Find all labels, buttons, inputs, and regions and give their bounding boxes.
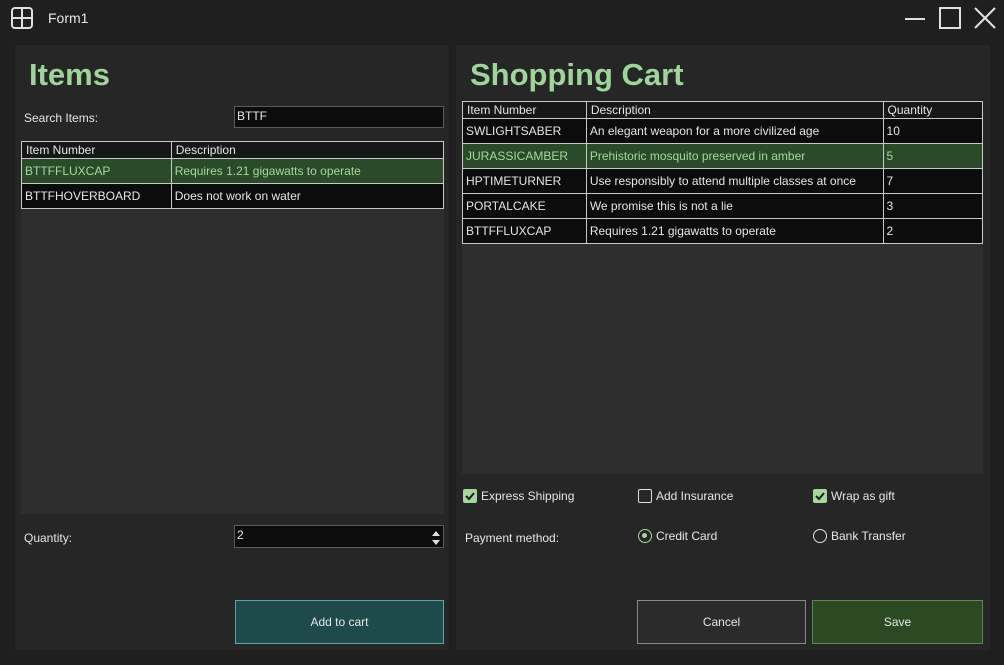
cell-description: Requires 1.21 gigawatts to operate — [585, 218, 884, 244]
cell-description: An elegant weapon for a more civilized a… — [585, 118, 884, 144]
cell-description: Prehistoric mosquito preserved in amber — [585, 143, 884, 169]
quantity-stepper[interactable]: 2 — [234, 525, 444, 548]
checkbox-checked-icon — [813, 489, 827, 503]
cancel-button[interactable]: Cancel — [637, 600, 806, 644]
maximize-icon[interactable] — [938, 6, 964, 30]
window-title: Form1 — [48, 10, 89, 26]
items-heading: Items — [29, 57, 110, 92]
wrap-as-gift-label: Wrap as gift — [831, 489, 895, 503]
payment-method-label: Payment method: — [465, 531, 560, 545]
title-bar: Form1 — [0, 0, 1004, 36]
bank-transfer-radio[interactable]: Bank Transfer — [813, 529, 906, 543]
save-button[interactable]: Save — [812, 600, 983, 644]
column-header-item-number[interactable]: Item Number — [21, 141, 172, 159]
cart-heading: Shopping Cart — [470, 57, 684, 92]
column-header-description[interactable]: Description — [170, 141, 445, 159]
credit-card-radio[interactable]: Credit Card — [638, 529, 717, 543]
credit-card-label: Credit Card — [656, 529, 718, 543]
cell-item-number: JURASSICAMBER — [462, 143, 587, 169]
add-insurance-checkbox[interactable]: Add Insurance — [638, 489, 733, 503]
column-header-item-number[interactable]: Item Number — [462, 101, 587, 119]
quantity-label: Quantity: — [24, 531, 73, 545]
cart-grid[interactable]: Item Number Description Quantity SWLIGHT… — [462, 101, 984, 474]
table-row[interactable]: HPTIMETURNER Use responsibly to attend m… — [462, 168, 984, 194]
cell-description: Requires 1.21 gigawatts to operate — [170, 158, 445, 184]
wrap-as-gift-checkbox[interactable]: Wrap as gift — [813, 489, 895, 503]
express-shipping-checkbox[interactable]: Express Shipping — [463, 489, 574, 503]
cell-quantity: 3 — [882, 193, 984, 219]
radio-unselected-icon — [813, 529, 827, 543]
quantity-value: 2 — [237, 528, 244, 542]
items-table: Item Number Description BTTFFLUXCAP Requ… — [21, 141, 445, 209]
items-grid[interactable]: Item Number Description BTTFFLUXCAP Requ… — [21, 141, 445, 514]
search-label: Search Items: — [24, 111, 99, 125]
checkbox-unchecked-icon — [638, 489, 652, 503]
table-row[interactable]: SWLIGHTSABER An elegant weapon for a mor… — [462, 118, 984, 144]
checkbox-checked-icon — [463, 489, 477, 503]
column-header-description[interactable]: Description — [585, 101, 884, 119]
cell-quantity: 10 — [882, 118, 984, 144]
cell-item-number: HPTIMETURNER — [462, 168, 587, 194]
column-header-quantity[interactable]: Quantity — [882, 101, 984, 119]
spinner-arrows-icon[interactable] — [431, 528, 441, 548]
table-row[interactable]: BTTFHOVERBOARD Does not work on water — [21, 183, 445, 209]
grid-app-icon — [11, 7, 33, 29]
cart-table: Item Number Description Quantity SWLIGHT… — [462, 101, 984, 244]
cell-description: We promise this is not a lie — [585, 193, 884, 219]
cell-item-number: BTTFFLUXCAP — [462, 218, 587, 244]
table-row[interactable]: JURASSICAMBER Prehistoric mosquito prese… — [462, 143, 984, 169]
items-header-row: Item Number Description — [21, 141, 445, 159]
bank-transfer-label: Bank Transfer — [831, 529, 906, 543]
cell-item-number: SWLIGHTSABER — [462, 118, 587, 144]
table-row[interactable]: PORTALCAKE We promise this is not a lie … — [462, 193, 984, 219]
express-shipping-label: Express Shipping — [481, 489, 575, 503]
cell-quantity: 7 — [882, 168, 984, 194]
cell-item-number: BTTFHOVERBOARD — [21, 183, 172, 209]
radio-selected-icon — [638, 529, 652, 543]
cell-description: Use responsibly to attend multiple class… — [585, 168, 884, 194]
add-insurance-label: Add Insurance — [656, 489, 734, 503]
cart-header-row: Item Number Description Quantity — [462, 101, 984, 119]
cell-description: Does not work on water — [170, 183, 445, 209]
minimize-icon[interactable] — [903, 6, 929, 30]
add-to-cart-button[interactable]: Add to cart — [235, 600, 444, 644]
search-input[interactable]: BTTF — [234, 106, 444, 128]
cell-item-number: PORTALCAKE — [462, 193, 587, 219]
table-row[interactable]: BTTFFLUXCAP Requires 1.21 gigawatts to o… — [21, 158, 445, 184]
table-row[interactable]: BTTFFLUXCAP Requires 1.21 gigawatts to o… — [462, 218, 984, 244]
close-icon[interactable] — [972, 6, 998, 30]
cell-quantity: 5 — [882, 143, 984, 169]
cell-quantity: 2 — [882, 218, 984, 244]
cell-item-number: BTTFFLUXCAP — [21, 158, 172, 184]
